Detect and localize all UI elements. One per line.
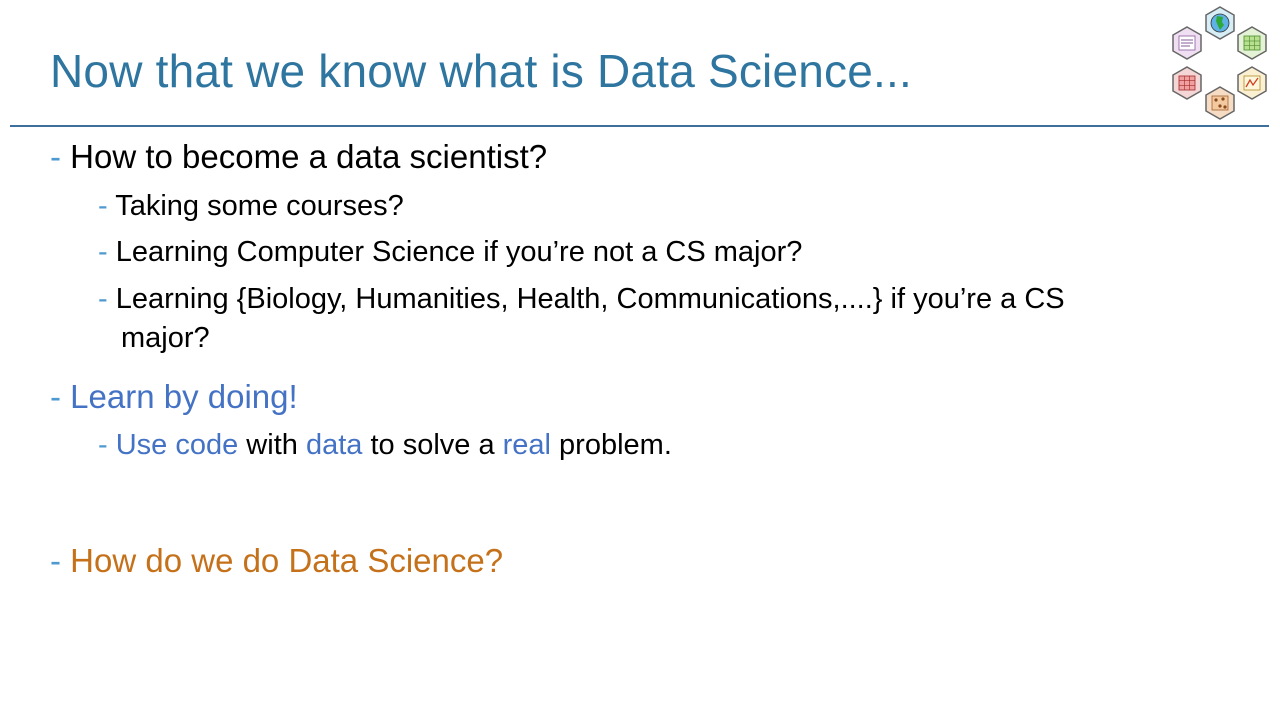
bullet-how-do-data-science: - How do we do Data Science? — [50, 542, 503, 580]
text-problem: problem. — [551, 429, 672, 461]
highlight-use-code: Use code — [115, 429, 239, 461]
bullet-text: How do we do Data Science? — [70, 542, 504, 579]
subbullet-learn-domains: - Learning {Biology, Humanities, Health,… — [98, 283, 1065, 316]
bullet-learn-by-doing: - Learn by doing! — [50, 378, 298, 416]
highlight-real: real — [502, 429, 551, 461]
bullet-text: Learn by doing! — [70, 378, 298, 415]
hexagon-data-science-logo-icon — [1172, 6, 1267, 120]
bullet-dash: - — [50, 378, 61, 415]
subbullet-use-code: - Use code with data to solve a real pro… — [98, 429, 672, 462]
chart-hex-icon — [1237, 66, 1267, 100]
bullet-text: Taking some courses? — [115, 190, 404, 222]
document-hex-icon — [1172, 26, 1202, 60]
slide-title: Now that we know what is Data Science... — [50, 45, 912, 97]
bullet-text: Learning {Biology, Humanities, Health, C… — [115, 283, 1065, 315]
bullet-text: Learning Computer Science if you’re not … — [115, 236, 803, 268]
highlight-data: data — [305, 429, 363, 461]
bullet-become-data-scientist: - How to become a data scientist? — [50, 138, 547, 176]
bullet-dash: - — [98, 429, 108, 461]
bullet-dash: - — [98, 236, 108, 268]
bullet-dash: - — [98, 190, 108, 222]
heatmap-hex-icon — [1172, 66, 1202, 100]
title-divider — [10, 125, 1269, 127]
text-with: with — [238, 429, 306, 461]
subbullet-learn-cs: - Learning Computer Science if you’re no… — [98, 236, 802, 269]
globe-hex-icon — [1205, 6, 1235, 40]
network-hex-icon — [1205, 86, 1235, 120]
table-hex-icon — [1237, 26, 1267, 60]
bullet-dash: - — [50, 542, 61, 579]
subbullet-learn-domains-continued: major? — [121, 322, 210, 354]
bullet-text: How to become a data scientist? — [70, 138, 548, 175]
text-to-solve: to solve a — [362, 429, 503, 461]
bullet-dash: - — [98, 283, 108, 315]
bullet-dash: - — [50, 138, 61, 175]
subbullet-courses: - Taking some courses? — [98, 190, 404, 223]
